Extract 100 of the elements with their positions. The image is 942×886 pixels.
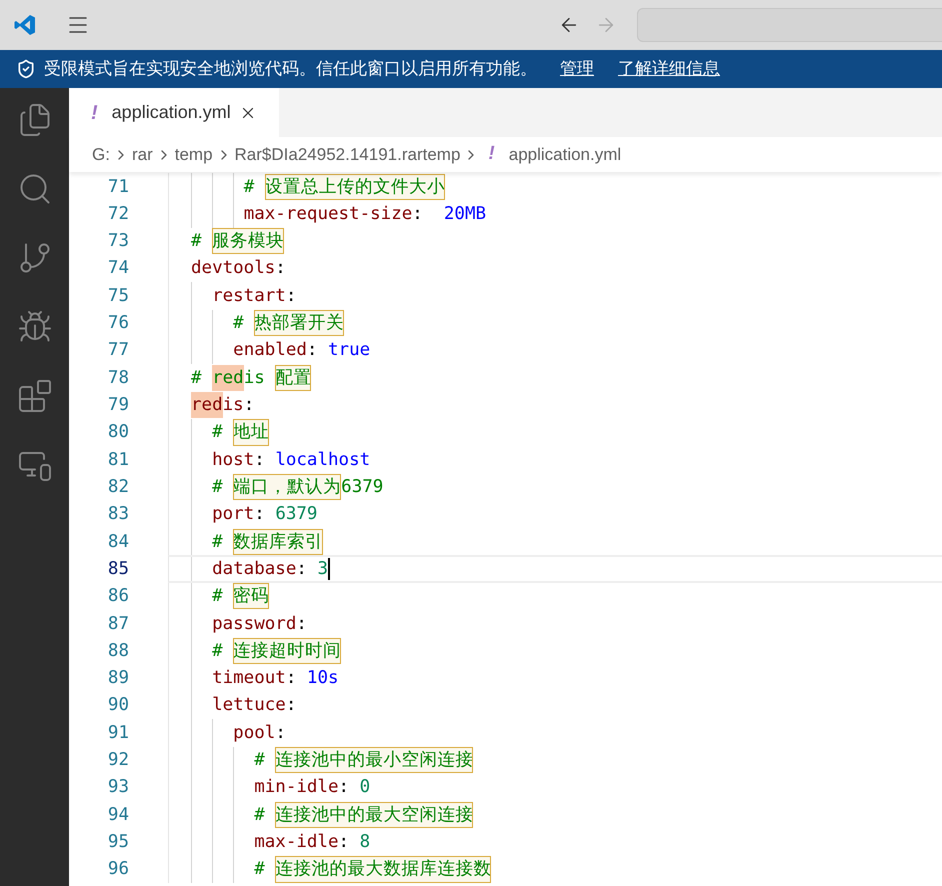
extensions-icon[interactable]	[16, 378, 52, 414]
code-token: :	[254, 503, 266, 526]
code-token: #	[191, 230, 203, 254]
code-token: max-idle	[254, 831, 339, 854]
line-number: 88	[106, 640, 129, 663]
line-number: 82	[106, 476, 129, 499]
breadcrumb-item[interactable]: rar	[132, 142, 153, 168]
code-token: :	[244, 394, 254, 418]
code-token: is	[244, 366, 266, 390]
code-token: is	[222, 394, 244, 418]
code-token: :	[412, 202, 424, 226]
breadcrumb-item[interactable]: temp	[174, 142, 213, 168]
code-token: #	[212, 585, 224, 608]
code-token: #	[254, 804, 266, 827]
yaml-file-icon: !	[91, 98, 98, 128]
code-token: :	[286, 284, 296, 308]
line-number: 96	[106, 858, 129, 882]
line-number: 78	[106, 366, 129, 390]
search-field[interactable]	[637, 8, 942, 42]
line-number: 85	[106, 558, 129, 581]
code-token: red	[191, 392, 223, 418]
code-token: 地址	[233, 419, 270, 446]
banner-link[interactable]: 了解详细信息	[618, 56, 720, 82]
code-token: :	[306, 339, 318, 362]
code-token: 3	[317, 558, 328, 581]
code-token: max-request-size	[244, 202, 412, 226]
code-token: port	[212, 503, 254, 526]
code-token: #	[233, 312, 245, 336]
code-token: :	[296, 612, 307, 636]
code-token: 服务模块	[212, 228, 284, 254]
code-token: :	[254, 448, 266, 472]
line-number: 71	[106, 176, 129, 199]
line-number: 83	[106, 503, 129, 526]
line-number: 74	[106, 257, 129, 280]
code-token: :	[275, 722, 286, 745]
code-token: 连接超时时间	[233, 638, 342, 664]
line-number: 92	[106, 749, 129, 772]
code-token: lettuce	[212, 694, 286, 718]
code-token: database	[212, 558, 296, 581]
code-token: 6379	[341, 476, 384, 499]
code-token: 连接池中的最小空闲连接	[275, 747, 474, 774]
line-number: 95	[106, 831, 129, 854]
code-token: 0	[360, 776, 370, 800]
code-token: 连接池中的最大空闲连接	[275, 802, 474, 828]
editor-tab[interactable]: ! application.yml	[69, 88, 279, 137]
breadcrumb-item[interactable]: Rar$DIa24952.14191.rartemp	[234, 142, 460, 168]
banner-message: 受限模式旨在实现安全地浏览代码。信任此窗口以启用所有功能。	[44, 58, 537, 80]
code-token: 配置	[275, 364, 312, 391]
line-number: 73	[106, 230, 129, 254]
code-token: 热部署开关	[254, 310, 344, 336]
code-token: :	[338, 776, 350, 800]
breadcrumb-item[interactable]: G:	[92, 142, 110, 168]
code-token: restart	[212, 284, 286, 308]
text-cursor	[328, 558, 330, 580]
line-number: 84	[106, 530, 129, 554]
code-token: #	[212, 640, 224, 663]
line-number: 81	[106, 448, 129, 472]
shield-icon	[16, 59, 36, 79]
line-number: 93	[106, 776, 129, 800]
line-number: 76	[106, 312, 129, 336]
yaml-file-icon: !	[488, 140, 495, 169]
line-number: 90	[106, 694, 129, 718]
code-token: enabled	[233, 339, 307, 362]
code-token: 数据库索引	[233, 528, 324, 555]
code-token: min-idle	[254, 776, 339, 800]
code-token: password	[212, 612, 296, 636]
code-token: 6379	[275, 503, 318, 526]
code-token: pool	[233, 722, 276, 745]
code-token: 10s	[306, 667, 339, 690]
line-number: 80	[106, 421, 129, 444]
line-number: 87	[106, 612, 129, 636]
code-token: :	[296, 558, 308, 581]
line-number: 79	[106, 394, 129, 418]
code-token: :	[286, 694, 296, 718]
code-token: #	[212, 421, 224, 444]
line-number: 94	[106, 804, 129, 827]
breadcrumb-item[interactable]: application.yml	[508, 142, 622, 168]
code-token: timeout	[212, 667, 286, 690]
line-number: 89	[106, 667, 129, 690]
code-token: host	[212, 448, 254, 472]
line-number: 77	[106, 339, 129, 362]
code-token: red	[212, 364, 244, 391]
line-number: 75	[106, 284, 129, 308]
code-token: true	[328, 339, 370, 362]
code-token: 8	[360, 831, 370, 854]
app-logo-icon[interactable]	[13, 13, 37, 37]
line-number: 72	[106, 202, 129, 226]
code-token: 设置总上传的文件大小	[264, 174, 445, 200]
code-token: #	[212, 476, 224, 499]
code-token: :	[275, 257, 286, 280]
banner-link[interactable]: 管理	[560, 56, 594, 82]
code-token: devtools	[191, 257, 276, 280]
line-number: 86	[106, 585, 129, 608]
code-token: :	[338, 831, 350, 854]
code-token: 端口，默认为	[233, 474, 342, 500]
code-token: 连接池的最大数据库连接数	[275, 856, 492, 883]
tab-label: application.yml	[112, 101, 231, 124]
code-token: #	[244, 176, 256, 199]
code-token: 密码	[233, 583, 270, 610]
code-token: #	[212, 530, 224, 554]
